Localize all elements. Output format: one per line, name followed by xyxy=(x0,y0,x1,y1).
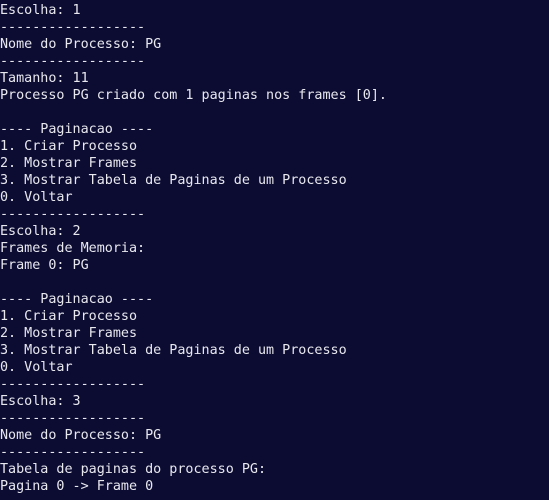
terminal-line: Escolha: 2 xyxy=(0,224,81,239)
terminal-line: Nome do Processo: PG xyxy=(0,37,162,52)
menu-title: ---- Paginacao ---- xyxy=(0,122,154,137)
terminal-line: Tabela de paginas do processo PG: xyxy=(0,462,267,477)
terminal-line: Frame 0: PG xyxy=(0,258,89,273)
menu-title: ---- Paginacao ---- xyxy=(0,292,154,307)
terminal-separator: ------------------ xyxy=(0,445,146,460)
terminal-separator: ------------------ xyxy=(0,207,146,222)
terminal-line: Escolha: 3 xyxy=(0,394,81,409)
terminal-line: Processo PG criado com 1 paginas nos fra… xyxy=(0,88,387,103)
terminal-line: Frames de Memoria: xyxy=(0,241,146,256)
menu-option: 2. Mostrar Frames xyxy=(0,326,138,341)
terminal-separator: ------------------ xyxy=(0,411,146,426)
terminal-separator: ------------------ xyxy=(0,377,146,392)
terminal-line: Pagina 0 -> Frame 0 xyxy=(0,479,154,494)
terminal-separator: ------------------ xyxy=(0,20,146,35)
menu-option: 0. Voltar xyxy=(0,190,73,205)
menu-option: 3. Mostrar Tabela de Paginas de um Proce… xyxy=(0,173,347,188)
menu-option: 2. Mostrar Frames xyxy=(0,156,138,171)
terminal-line: Nome do Processo: PG xyxy=(0,428,162,443)
menu-option: 3. Mostrar Tabela de Paginas de um Proce… xyxy=(0,343,347,358)
terminal-line: Tamanho: 11 xyxy=(0,71,89,86)
terminal-line: Escolha: 1 xyxy=(0,3,81,18)
terminal-separator: ------------------ xyxy=(0,54,146,69)
menu-option: 1. Criar Processo xyxy=(0,139,138,154)
menu-option: 0. Voltar xyxy=(0,360,73,375)
menu-option: 1. Criar Processo xyxy=(0,309,138,324)
terminal-window[interactable]: Escolha: 1 ------------------ Nome do Pr… xyxy=(0,0,549,500)
